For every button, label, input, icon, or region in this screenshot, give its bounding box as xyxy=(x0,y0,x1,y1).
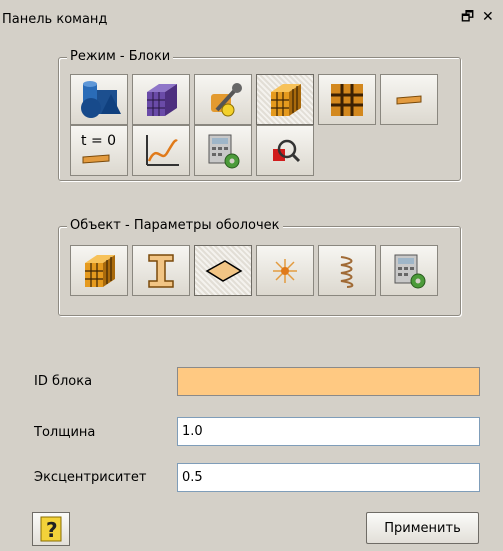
restore-icon[interactable]: 🗗 xyxy=(461,10,474,24)
tools-icon xyxy=(211,82,242,116)
calculator-gear-icon xyxy=(394,254,426,288)
initial-condition-text: t = 0 xyxy=(81,133,116,149)
block-cube-icon xyxy=(271,83,301,116)
mesh-cube-icon xyxy=(147,83,177,116)
curve-graph-icon xyxy=(146,134,179,166)
initial-condition-icon: t = 0 xyxy=(81,133,116,164)
block-cube-icon xyxy=(85,254,115,287)
shell-plate-icon xyxy=(396,94,422,105)
shell-diamond-button[interactable] xyxy=(194,245,252,296)
apply-button[interactable]: Применить xyxy=(366,512,479,544)
calculator-gear-button[interactable] xyxy=(194,125,252,176)
initial-condition-button[interactable]: t = 0 xyxy=(70,125,128,176)
curve-graph-button[interactable] xyxy=(132,125,190,176)
i-beam-icon xyxy=(148,253,174,288)
help-icon: ? xyxy=(40,516,62,542)
geometry-shapes-icon xyxy=(81,80,121,118)
block-id-field[interactable] xyxy=(177,367,480,396)
point-burst-button[interactable] xyxy=(256,245,314,296)
shell-plate-button[interactable] xyxy=(380,74,438,125)
point-burst-icon xyxy=(273,258,297,283)
eccentricity-label: Эксцентриситет xyxy=(34,470,147,485)
shell-diamond-icon xyxy=(205,259,243,282)
mode-blocks-legend: Режим - Блоки xyxy=(67,49,174,65)
zoom-select-icon xyxy=(273,139,301,162)
grid-node-button[interactable] xyxy=(318,74,376,125)
calculator-gear-icon xyxy=(208,134,240,168)
spring-button[interactable] xyxy=(318,245,376,296)
thickness-label: Толщина xyxy=(34,425,96,440)
eccentricity-field[interactable]: 0.5 xyxy=(177,463,480,492)
block-cube-mode-button[interactable] xyxy=(256,74,314,125)
i-beam-button[interactable] xyxy=(132,245,190,296)
object-block-button[interactable] xyxy=(70,245,128,296)
close-icon[interactable]: ✕ xyxy=(482,10,494,24)
block-id-label: ID блока xyxy=(34,374,93,389)
object-calculator-button[interactable] xyxy=(380,245,438,296)
tools-button[interactable] xyxy=(194,74,252,125)
window-title: Панель команд xyxy=(2,12,108,27)
title-bar: Панель команд 🗗 ✕ xyxy=(0,0,503,34)
object-shell-legend: Объект - Параметры оболочек xyxy=(67,218,283,234)
help-button[interactable]: ? xyxy=(32,512,70,546)
spring-icon xyxy=(340,255,354,288)
thickness-field[interactable]: 1.0 xyxy=(177,417,480,446)
grid-node-icon xyxy=(331,83,363,116)
geometry-shapes-button[interactable] xyxy=(70,74,128,125)
mesh-cube-button[interactable] xyxy=(132,74,190,125)
svg-text:?: ? xyxy=(46,518,58,542)
zoom-select-button[interactable] xyxy=(256,125,314,176)
